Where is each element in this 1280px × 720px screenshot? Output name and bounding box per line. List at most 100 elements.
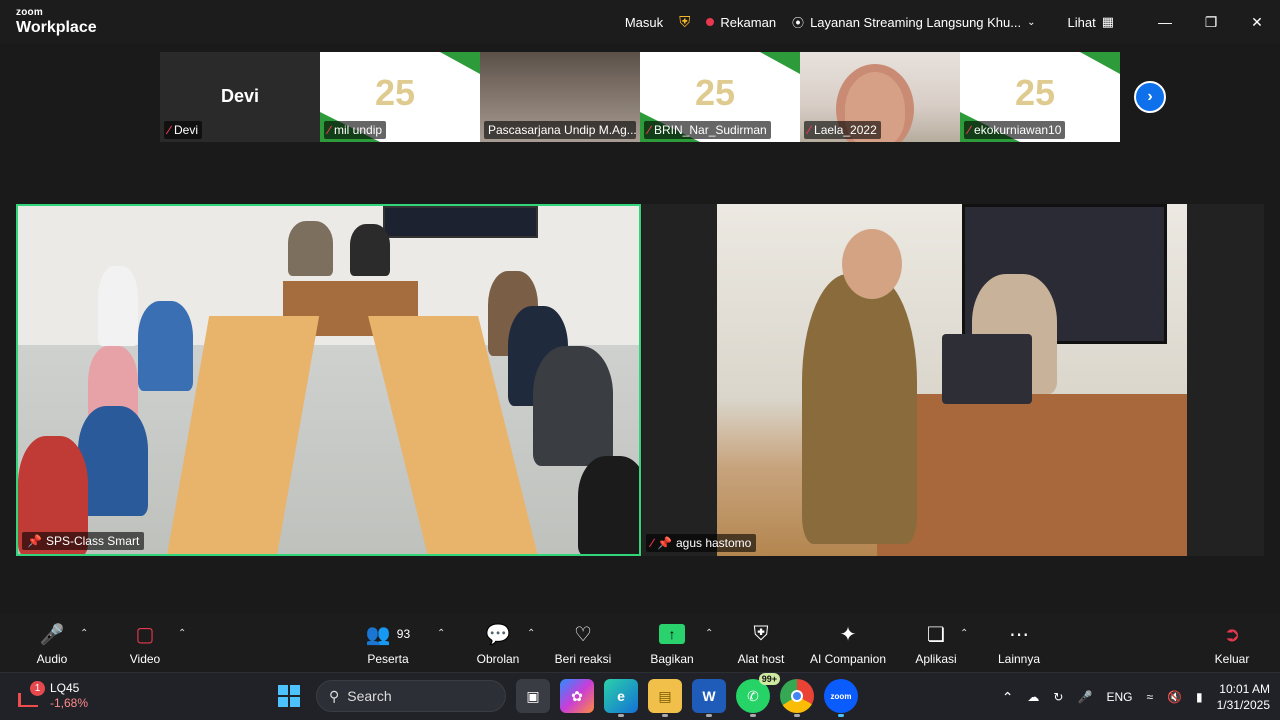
share-button[interactable]: ↑ Bagikan (627, 620, 717, 666)
next-page-button[interactable]: › (1134, 81, 1166, 113)
signin-button[interactable]: Masuk (617, 0, 671, 44)
video-label: Video (129, 652, 161, 666)
video-frame (877, 394, 1187, 556)
camera-off-icon: ▢ (135, 623, 155, 646)
participant-name: BRIN_Nar_Sudirman (654, 123, 767, 137)
participant-name-tag: ∕ 📌 agus hastomo (646, 534, 757, 552)
ai-companion-button[interactable]: ✦ AI Companion (803, 620, 893, 667)
close-button[interactable]: ✕ (1234, 0, 1280, 44)
chat-label: Obrolan (476, 652, 520, 666)
sparkle-icon: ✦ (839, 623, 857, 646)
participants-count: 93 (396, 627, 411, 641)
video-frame (383, 206, 538, 238)
microphone-icon[interactable]: 🎤 (1077, 690, 1092, 704)
live-stream-indicator[interactable]: ⦿ Layanan Streaming Langsung Khu... ⌄ (784, 0, 1043, 44)
video-frame (842, 229, 902, 299)
react-button[interactable]: ♡ Beri reaksi (538, 620, 628, 667)
taskbar-search[interactable]: ⚲ Search (316, 680, 506, 712)
video-frame (533, 346, 613, 466)
participant-tile[interactable]: ∕ Laela_2022 (800, 52, 960, 142)
cloud-icon[interactable]: ☁ (1027, 690, 1039, 704)
zoom-window: zoom Workplace Masuk ⛨ Rekaman ⦿ Layanan… (0, 0, 1280, 720)
edge-icon[interactable]: e (604, 679, 638, 717)
whatsapp-icon[interactable]: ✆ 99+ (736, 673, 780, 717)
participant-big-name: Devi (220, 86, 260, 106)
task-view-icon[interactable]: ▣ (516, 679, 550, 713)
mic-muted-icon: 🎤 (39, 623, 65, 646)
chrome-icon[interactable] (780, 679, 814, 717)
shield-icon: ⛨ (753, 622, 769, 645)
participant-name-tag: 📌 SPS-Class Smart (22, 532, 145, 550)
ai-companion-label: AI Companion (809, 652, 887, 666)
language-indicator[interactable]: ENG (1106, 690, 1132, 704)
stock-change: -1,68% (50, 696, 89, 710)
video-frame (578, 456, 639, 554)
chevron-down-icon: ⌄ (1027, 16, 1036, 28)
start-button[interactable] (272, 679, 306, 713)
video-frame (802, 274, 917, 544)
participants-options-caret[interactable]: ⌃ (437, 628, 445, 639)
chat-options-caret[interactable]: ⌃ (527, 628, 535, 639)
notification-badge: 1 (30, 681, 45, 696)
video-frame (98, 266, 138, 346)
chat-icon: 💬 (485, 623, 511, 646)
more-button[interactable]: ⋯ Lainnya (974, 620, 1064, 667)
brand-bottom: Workplace (16, 19, 97, 36)
minimize-button[interactable]: — (1142, 0, 1188, 44)
participant-tile[interactable]: 25 ∕ BRIN_Nar_Sudirman (640, 52, 800, 142)
signin-label: Masuk (624, 14, 664, 30)
participant-tile[interactable]: Pascasarjana Undip M.Ag... (480, 52, 640, 142)
sync-icon[interactable]: ↻ (1053, 690, 1063, 704)
main-video-right[interactable]: ∕ 📌 agus hastomo (642, 204, 1264, 556)
share-options-caret[interactable]: ⌃ (705, 628, 713, 639)
slide-decoration (440, 52, 480, 74)
mic-muted-icon: ∕ (808, 123, 811, 137)
title-bar: zoom Workplace Masuk ⛨ Rekaman ⦿ Layanan… (0, 0, 1280, 44)
view-button[interactable]: Lihat ▦ (1060, 0, 1123, 44)
restore-button[interactable]: ❐ (1188, 0, 1234, 44)
audio-button[interactable]: 🎤 Audio (7, 620, 97, 667)
mic-muted-icon: ∕ (648, 123, 651, 137)
leave-button[interactable]: ➲ Keluar (1187, 620, 1277, 667)
participant-tile[interactable]: 25 ∕ mil undip (320, 52, 480, 142)
video-button[interactable]: ▢ Video (100, 620, 190, 667)
file-explorer-icon[interactable]: ▤ (648, 679, 682, 717)
clock[interactable]: 10:01 AM 1/31/2025 (1217, 681, 1270, 713)
participant-name: Devi (174, 123, 199, 137)
chevron-up-icon[interactable]: ⌃ (1002, 689, 1014, 706)
wifi-icon[interactable]: ≈ (1146, 690, 1153, 704)
participants-button[interactable]: 👥 93 Peserta (343, 620, 433, 667)
apps-button[interactable]: ❏ Aplikasi (891, 620, 981, 667)
mic-muted-icon: ∕ (168, 123, 171, 137)
live-stream-label: Layanan Streaming Langsung Khu... (810, 14, 1022, 30)
chat-button[interactable]: 💬 Obrolan (453, 620, 543, 667)
battery-icon[interactable]: ▮ (1196, 690, 1203, 704)
stock-widget[interactable]: 1 LQ45 -1,68% (18, 681, 88, 711)
zoom-app-icon[interactable]: zoom (824, 679, 858, 717)
audio-options-caret[interactable]: ⌃ (80, 628, 88, 639)
host-tools-button[interactable]: ⛨ Alat host (716, 620, 806, 667)
whatsapp-badge: 99+ (758, 673, 780, 685)
participant-tile[interactable]: Devi ∕ Devi (160, 52, 320, 142)
participant-name-tag: Pascasarjana Undip M.Ag... (484, 121, 636, 139)
search-placeholder: Search (347, 688, 392, 704)
main-video-left[interactable]: 📌 SPS-Class Smart (16, 204, 641, 556)
word-icon[interactable]: W (692, 679, 726, 717)
pin-icon: 📌 (27, 534, 42, 548)
video-frame (288, 221, 333, 276)
recording-indicator[interactable]: Rekaman (698, 0, 784, 44)
video-frame (717, 204, 1187, 556)
apps-icon: ❏ (927, 623, 945, 646)
participant-name: Pascasarjana Undip M.Ag... (488, 123, 636, 137)
participant-name-tag: ∕ ekokurniawan10 (964, 121, 1066, 139)
security-shield-icon[interactable]: ⛨ (671, 0, 698, 44)
mic-muted-icon: ∕ (651, 536, 654, 550)
participant-tile[interactable]: 25 ∕ ekokurniawan10 (960, 52, 1120, 142)
copilot-icon[interactable]: ✿ (560, 679, 594, 713)
volume-muted-icon[interactable]: 🔇 (1167, 690, 1182, 704)
video-options-caret[interactable]: ⌃ (178, 628, 186, 639)
share-screen-icon: ↑ (659, 624, 685, 644)
windows-taskbar: 1 LQ45 -1,68% ⚲ Search ▣ ✿ e ▤ W ✆ 99+ zo… (0, 672, 1280, 720)
apps-options-caret[interactable]: ⌃ (960, 628, 968, 639)
live-stream-icon: ⦿ (792, 15, 805, 30)
